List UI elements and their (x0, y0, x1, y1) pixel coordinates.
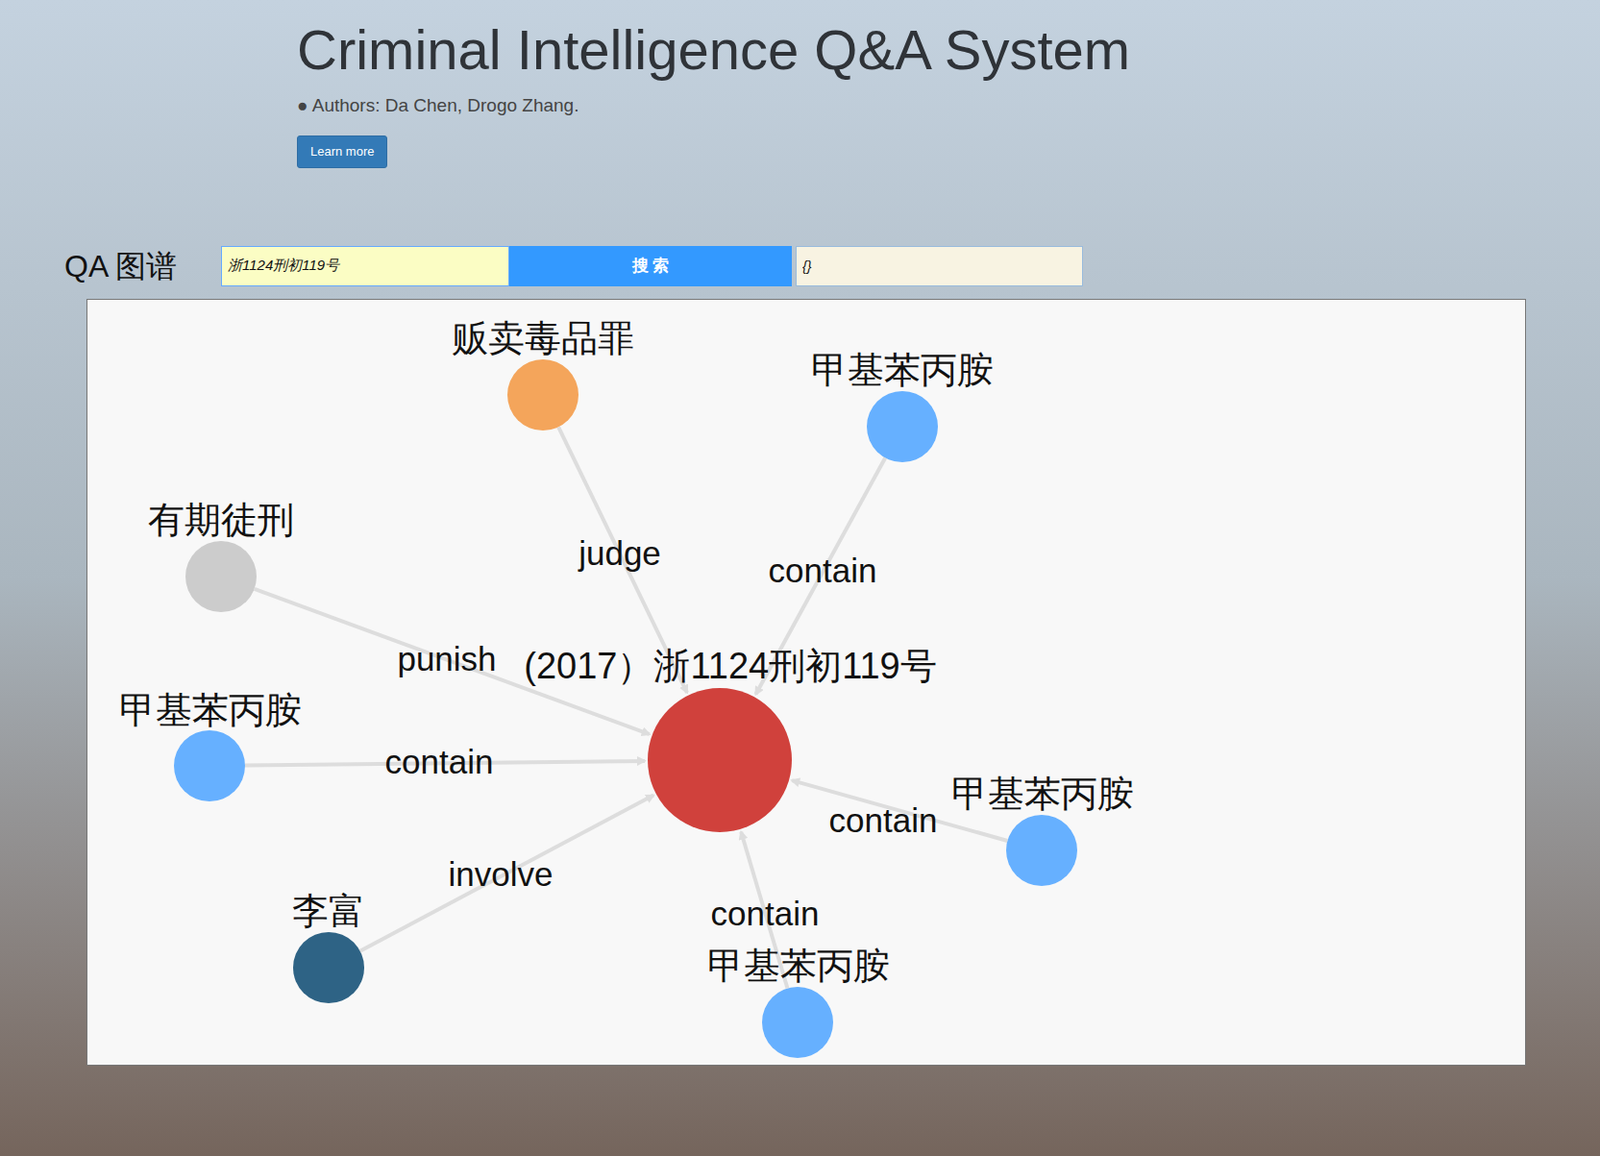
edge-label: judge (578, 527, 662, 579)
search-button[interactable]: 搜 索 (509, 246, 792, 287)
authors: ● Authors: Da Chen, Drogo Zhang. (296, 92, 579, 121)
center-node[interactable] (647, 688, 792, 833)
node-label: 甲基苯丙胺 (707, 937, 890, 993)
graph-node[interactable] (762, 986, 834, 1059)
center-node-label: (2017）浙1124刑初119号 (523, 638, 937, 693)
graph-node[interactable] (173, 730, 246, 802)
result-field[interactable] (795, 246, 1084, 287)
edge-label: contain (711, 887, 820, 939)
edge-label: contain (385, 736, 494, 788)
node-label: 甲基苯丙胺 (119, 682, 302, 738)
node-label: 李富 (292, 883, 366, 938)
qa-label: QA 图谱 (64, 243, 222, 290)
graph-edge (360, 794, 654, 951)
graph-node[interactable] (507, 359, 579, 431)
graph-node[interactable] (185, 541, 257, 613)
node-label: 有期徒刑 (147, 492, 295, 547)
graph-node[interactable] (293, 932, 365, 1004)
learn-more-button[interactable]: Learn more (296, 135, 388, 169)
node-label: 贩卖毒品罪 (451, 310, 635, 366)
node-label: 甲基苯丙胺 (951, 765, 1134, 821)
page: Criminal Intelligence Q&A System ● Author… (0, 0, 1600, 1156)
graph-node[interactable] (1006, 814, 1078, 887)
node-label: 甲基苯丙胺 (811, 342, 994, 397)
query-bar: QA 图谱 搜 索 (0, 243, 1600, 290)
graph-node[interactable] (866, 391, 938, 463)
edge-label: involve (448, 848, 554, 900)
graph-canvas[interactable]: (2017）浙1124刑初119号贩卖毒品罪judge甲基苯丙胺contain有… (86, 298, 1527, 1066)
edge-label: contain (768, 544, 878, 596)
header: Criminal Intelligence Q&A System ● Author… (0, 0, 1600, 169)
query-input[interactable] (221, 246, 510, 287)
page-title: Criminal Intelligence Q&A System (296, 15, 1131, 85)
edge-label: contain (829, 794, 938, 846)
edge-label: punish (396, 633, 496, 685)
